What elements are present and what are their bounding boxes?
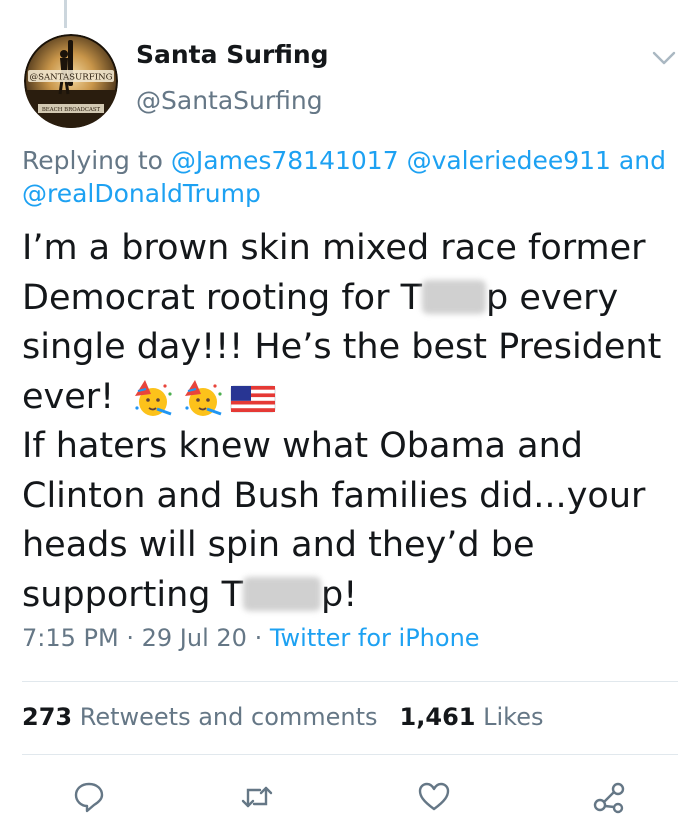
meta-separator: · xyxy=(254,624,263,652)
avatar-logo-subtext: BEACH BROADCAST xyxy=(42,107,101,113)
tweet-line: Clinton and Bush families did...your xyxy=(22,475,646,516)
retweets-count: 273 xyxy=(22,703,73,731)
replying-to: Replying to @James78141017 @valeriedee91… xyxy=(22,144,682,210)
tweet-time[interactable]: 7:15 PM xyxy=(22,624,119,652)
divider xyxy=(22,681,678,682)
likes-stat[interactable]: 1,461 Likes xyxy=(400,703,544,731)
tweet-source-link[interactable]: Twitter for iPhone xyxy=(270,624,480,652)
meta-separator: · xyxy=(126,624,134,652)
retweets-stat[interactable]: 273 Retweets and comments xyxy=(22,703,378,731)
tweet-text-fragment: p every xyxy=(485,277,619,318)
like-icon[interactable] xyxy=(417,780,451,814)
tweet-stats: 273 Retweets and comments 1,461 Likes xyxy=(22,703,543,731)
tweet-text-fragment: Democrat rooting for T xyxy=(22,277,422,318)
likes-label: Likes xyxy=(483,703,544,731)
retweets-label: Retweets and comments xyxy=(79,703,378,731)
tweet-line: I’m a brown skin mixed race former xyxy=(22,228,646,268)
mention-link[interactable]: @realDonaldTrump xyxy=(22,179,261,208)
avatar-image: @SANTASURFING BEACH BROADCAST xyxy=(24,34,118,128)
avatar-logo-text: @SANTASURFING xyxy=(29,73,112,83)
likes-count: 1,461 xyxy=(399,703,476,731)
avatar[interactable]: @SANTASURFING BEACH BROADCAST xyxy=(22,32,120,130)
us-flag-emoji xyxy=(230,385,276,412)
tweet-line: single day!!! He’s the best President xyxy=(22,327,662,367)
author-handle[interactable]: @SantaSurfing xyxy=(136,86,323,115)
tweet-date[interactable]: 29 Jul 20 xyxy=(142,624,247,652)
chevron-down-icon[interactable] xyxy=(648,44,680,72)
tweet-line: heads will spin and they’d be xyxy=(22,525,535,565)
reply-icon[interactable] xyxy=(72,780,106,814)
partying-face-emoji xyxy=(135,379,172,416)
retweet-icon[interactable] xyxy=(240,780,274,814)
tweet-line: If haters knew what Obama and xyxy=(22,426,583,466)
divider xyxy=(22,754,678,755)
mention-conjunction: and xyxy=(618,146,666,175)
mention-link[interactable]: @James78141017 xyxy=(171,146,399,175)
tweet-line: supporting T p! xyxy=(22,571,682,621)
tweet-text-fragment: ever! xyxy=(22,376,115,417)
share-icon[interactable] xyxy=(592,780,626,814)
author-name[interactable]: Santa Surfing xyxy=(136,40,329,69)
mention-link[interactable]: @valeriedee911 xyxy=(407,146,611,175)
replying-to-label: Replying to xyxy=(22,146,163,175)
tweet-text-fragment: p! xyxy=(321,574,358,615)
tweet-line: Democrat rooting for T p every xyxy=(22,274,682,324)
redaction-blur xyxy=(243,576,322,611)
tweet-meta: 7:15 PM · 29 Jul 20 · Twitter for iPhone xyxy=(22,624,480,652)
redaction-blur xyxy=(421,279,486,314)
tweet-line: ever! xyxy=(22,373,682,423)
tweet-text: I’m a brown skin mixed race former Democ… xyxy=(22,224,682,620)
thread-line xyxy=(64,0,67,28)
tweet-text-fragment: supporting T xyxy=(22,574,244,615)
partying-face-emoji xyxy=(185,379,222,416)
